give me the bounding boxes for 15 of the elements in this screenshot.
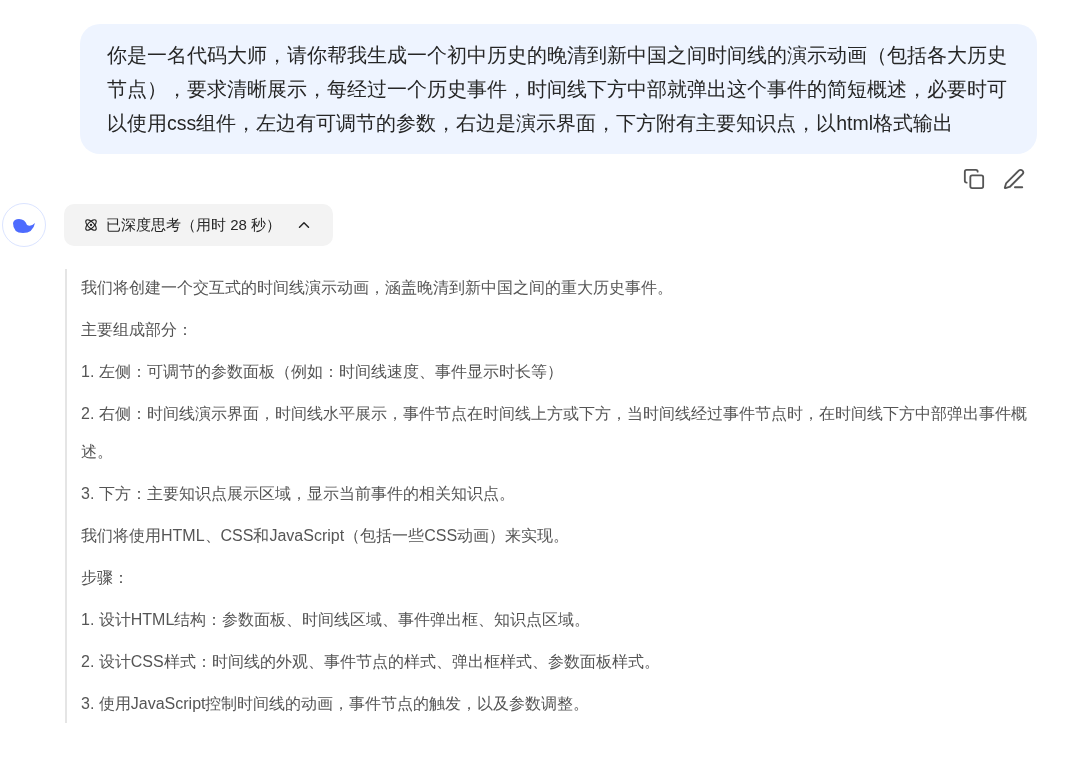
thought-paragraph: 主要组成部分：	[81, 320, 194, 340]
thinking-toggle[interactable]: 已深度思考（用时 28 秒）	[64, 204, 334, 246]
thought-paragraph: 1. 左侧：可调节的参数面板（例如：时间线速度、事件显示时长等）	[81, 362, 564, 382]
thought-paragraph: 1. 设计HTML结构：参数面板、时间线区域、事件弹出框、知识点区域。	[81, 610, 592, 630]
user-message: 你是一名代码大师，请你帮我生成一个初中历史的晚清到新中国之间时间线的演示动画（包括各大历史节点），要求清晰展示，每经过一个历史事件，时间线下方中部就弹出这个事件的简短概述，必要时可以使用css组件，左边有可调节的参数，右边是演示界面，下方附有主要知识点，以html格式输出	[80, 24, 1037, 154]
thought-paragraph: 步骤：	[81, 568, 130, 588]
thought-paragraph: 我们将创建一个交互式的时间线演示动画，涵盖晚清到新中国之间的重大历史事件。	[81, 278, 674, 298]
thought-paragraph: 3. 使用JavaScript控制时间线的动画，事件节点的触发，以及参数调整。	[81, 694, 591, 714]
atom-icon	[84, 218, 98, 232]
thought-paragraph: 我们将使用HTML、CSS和JavaScript（包括一些CSS动画）来实现。	[81, 526, 571, 546]
thought-paragraph: 2. 右侧：时间线演示界面，时间线水平展示，事件节点在时间线上方或下方，当时间线经过事件节点时，在时间线下方中部弹出事件概述。	[81, 404, 1028, 462]
edit-button[interactable]	[1003, 168, 1025, 190]
thought-paragraph: 2. 设计CSS样式：时间线的外观、事件节点的样式、弹出框样式、参数面板样式。	[81, 652, 661, 672]
thought-paragraph: 3. 下方：主要知识点展示区域，显示当前事件的相关知识点。	[81, 484, 516, 504]
copy-button[interactable]	[963, 168, 985, 190]
